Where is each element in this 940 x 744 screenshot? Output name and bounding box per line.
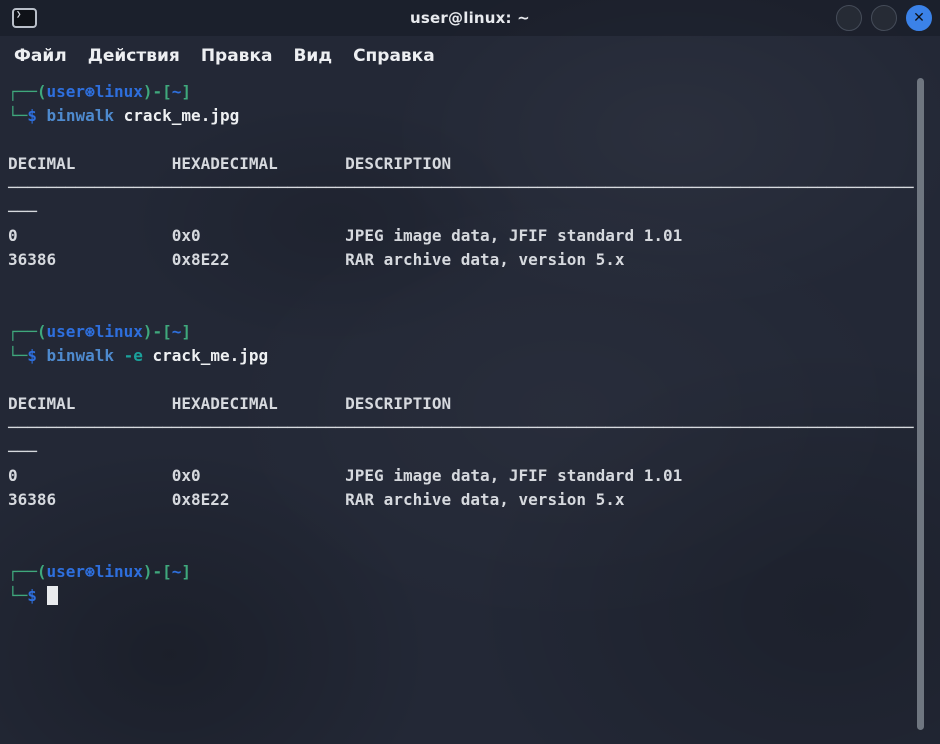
- terminal-text-segment: user⊛linux: [47, 82, 143, 101]
- terminal-text-segment: [114, 106, 124, 125]
- terminal-line: ┌──(user⊛linux)-[~]: [8, 560, 940, 584]
- terminal-text-segment: ]: [181, 82, 191, 101]
- terminal-text-segment: └─: [8, 106, 27, 125]
- close-icon: ✕: [913, 11, 925, 25]
- terminal-text-segment: $: [27, 346, 37, 365]
- menu-item-help[interactable]: Справка: [353, 46, 435, 66]
- terminal-text-segment: [114, 346, 124, 365]
- terminal-text-segment: 0 0x0 JPEG image data, JFIF standard 1.0…: [8, 226, 682, 245]
- terminal-text-segment: user⊛linux: [47, 322, 143, 341]
- terminal-line: └─$ binwalk crack_me.jpg: [8, 104, 940, 128]
- terminal-text-segment: [37, 106, 47, 125]
- terminal-text-segment: ┌──(: [8, 82, 47, 101]
- terminal-text-segment: └─: [8, 346, 27, 365]
- terminal-line: ┌──(user⊛linux)-[~]: [8, 320, 940, 344]
- terminal-text-segment: └─: [8, 586, 27, 605]
- terminal-cursor: [47, 586, 58, 605]
- terminal-text-segment: ───: [8, 202, 37, 221]
- terminal-text-segment: binwalk: [47, 106, 114, 125]
- terminal-text-segment: ────────────────────────────────────────…: [8, 178, 913, 197]
- terminal-text-segment: ────────────────────────────────────────…: [8, 418, 913, 437]
- terminal-text-segment: [37, 586, 47, 605]
- terminal-text-segment: user⊛linux: [47, 562, 143, 581]
- close-button[interactable]: ✕: [906, 5, 932, 31]
- terminal-line: ────────────────────────────────────────…: [8, 176, 940, 200]
- terminal-line: [8, 272, 940, 296]
- terminal-line: [8, 536, 940, 560]
- terminal-text-segment: [143, 346, 153, 365]
- scrollbar-thumb[interactable]: [917, 78, 924, 730]
- terminal-text-segment: -e: [124, 346, 143, 365]
- terminal-line: ───: [8, 440, 940, 464]
- terminal-text-segment: ]: [181, 322, 191, 341]
- menu-item-edit[interactable]: Правка: [201, 46, 273, 66]
- terminal-area[interactable]: ┌──(user⊛linux)-[~]└─$ binwalk crack_me.…: [0, 76, 940, 744]
- terminal-text-segment: ~: [172, 82, 182, 101]
- terminal-text-segment: $: [27, 586, 37, 605]
- terminal-text-segment: 36386 0x8E22 RAR archive data, version 5…: [8, 490, 625, 509]
- terminal-line: [8, 296, 940, 320]
- terminal-line: [8, 128, 940, 152]
- terminal-line: DECIMAL HEXADECIMAL DESCRIPTION: [8, 392, 940, 416]
- terminal-text-segment: 0 0x0 JPEG image data, JFIF standard 1.0…: [8, 466, 682, 485]
- menubar: Файл Действия Правка Вид Справка: [0, 36, 940, 76]
- window-controls: ✕: [836, 5, 932, 31]
- terminal-text-segment: ┌──(: [8, 562, 47, 581]
- terminal-text-segment: DECIMAL HEXADECIMAL DESCRIPTION: [8, 154, 451, 173]
- maximize-button[interactable]: [871, 5, 897, 31]
- terminal-line: 0 0x0 JPEG image data, JFIF standard 1.0…: [8, 464, 940, 488]
- terminal-text-segment: $: [27, 106, 37, 125]
- terminal-text-segment: [37, 346, 47, 365]
- terminal-text-segment: binwalk: [47, 346, 114, 365]
- terminal-text-segment: 36386 0x8E22 RAR archive data, version 5…: [8, 250, 625, 269]
- terminal-text-segment: ~: [172, 322, 182, 341]
- terminal-text-segment: crack_me.jpg: [124, 106, 240, 125]
- terminal-lines: ┌──(user⊛linux)-[~]└─$ binwalk crack_me.…: [8, 80, 940, 608]
- window-title: user@linux: ~: [0, 9, 940, 27]
- terminal-text-segment: )-[: [143, 82, 172, 101]
- terminal-text-segment: ┌──(: [8, 322, 47, 341]
- menu-item-file[interactable]: Файл: [14, 46, 67, 66]
- terminal-text-segment: DECIMAL HEXADECIMAL DESCRIPTION: [8, 394, 451, 413]
- terminal-text-segment: ───: [8, 442, 37, 461]
- terminal-text-segment: ]: [181, 562, 191, 581]
- terminal-line: └─$ binwalk -e crack_me.jpg: [8, 344, 940, 368]
- terminal-text-segment: )-[: [143, 322, 172, 341]
- titlebar: ❯ user@linux: ~ ✕: [0, 0, 940, 36]
- terminal-line: [8, 512, 940, 536]
- terminal-line: └─$: [8, 584, 940, 608]
- minimize-button[interactable]: [836, 5, 862, 31]
- terminal-line: ────────────────────────────────────────…: [8, 416, 940, 440]
- terminal-text-segment: crack_me.jpg: [153, 346, 269, 365]
- menu-item-actions[interactable]: Действия: [88, 46, 180, 66]
- terminal-line: 36386 0x8E22 RAR archive data, version 5…: [8, 488, 940, 512]
- terminal-line: [8, 368, 940, 392]
- terminal-line: 36386 0x8E22 RAR archive data, version 5…: [8, 248, 940, 272]
- terminal-line: DECIMAL HEXADECIMAL DESCRIPTION: [8, 152, 940, 176]
- terminal-text-segment: )-[: [143, 562, 172, 581]
- menu-item-view[interactable]: Вид: [293, 46, 332, 66]
- terminal-line: 0 0x0 JPEG image data, JFIF standard 1.0…: [8, 224, 940, 248]
- terminal-line: ┌──(user⊛linux)-[~]: [8, 80, 940, 104]
- terminal-line: ───: [8, 200, 940, 224]
- terminal-text-segment: ~: [172, 562, 182, 581]
